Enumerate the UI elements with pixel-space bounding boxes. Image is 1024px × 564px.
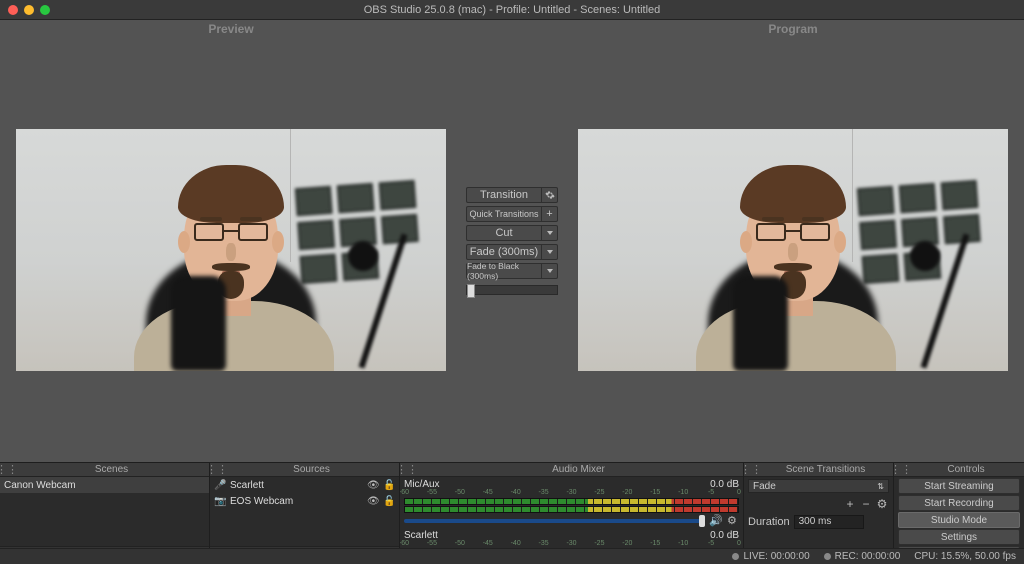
meter-scale: -60-55-50-45-40-35-30-25-20-15-10-50: [404, 490, 739, 497]
duration-input[interactable]: 300 ms: [794, 515, 864, 529]
channel-db: 0.0 dB: [710, 479, 739, 490]
source-item[interactable]: 🎤 Scarlett 👁 🔓: [210, 477, 399, 493]
dock-grip-icon[interactable]: ⋮⋮: [894, 463, 908, 476]
preview-canvas[interactable]: [0, 38, 462, 462]
sources-list[interactable]: 🎤 Scarlett 👁 🔓 📷 EOS Webcam 👁 🔓: [210, 477, 399, 546]
quick-transition-fade-to-black[interactable]: Fade to Black (300ms): [466, 263, 558, 279]
program-video: [578, 129, 1008, 371]
vu-meter: [404, 498, 739, 505]
chevron-down-icon[interactable]: [542, 244, 558, 260]
close-window-button[interactable]: [8, 5, 18, 15]
cpu-status: CPU: 15.5%, 50.00 fps: [914, 551, 1016, 562]
gear-icon: [545, 190, 555, 200]
remove-transition-button[interactable]: −: [859, 497, 873, 511]
vu-meter: [404, 506, 739, 513]
transition-select-value: Fade: [753, 481, 776, 492]
preview-label: Preview: [0, 20, 462, 38]
quick-transitions-label: Quick Transitions: [466, 206, 542, 222]
controls-title: Controls: [908, 464, 1024, 475]
minimize-window-button[interactable]: [24, 5, 34, 15]
scene-item[interactable]: Canon Webcam: [0, 477, 209, 493]
quick-transitions-row: Quick Transitions +: [466, 206, 558, 222]
dock-grip-icon[interactable]: ⋮⋮: [0, 463, 14, 476]
source-item[interactable]: 📷 EOS Webcam 👁 🔓: [210, 493, 399, 509]
scenes-title: Scenes: [14, 464, 209, 475]
channel-db: 0.0 dB: [710, 530, 739, 541]
transition-controls: Transition Quick Transitions + Cut Fade …: [462, 20, 562, 462]
lock-toggle[interactable]: 🔓: [383, 496, 395, 507]
quick-transition-fade[interactable]: Fade (300ms): [466, 244, 558, 260]
control-button-start-recording[interactable]: Start Recording: [898, 495, 1020, 511]
program-pane: Program: [562, 20, 1024, 462]
add-quick-transition-button[interactable]: +: [542, 206, 558, 222]
chevron-down-icon[interactable]: [542, 263, 558, 279]
transition-properties-button[interactable]: ⚙: [875, 497, 889, 511]
dock-grip-icon[interactable]: ⋮⋮: [210, 463, 224, 476]
status-dot-icon: [732, 553, 739, 560]
studio-mode-row: Preview Transition Quick Transitions: [0, 20, 1024, 462]
quick-transition-label: Cut: [466, 225, 542, 241]
t-bar-slider[interactable]: [466, 285, 558, 295]
visibility-toggle[interactable]: 👁: [367, 480, 379, 491]
quick-transition-label: Fade (300ms): [466, 244, 542, 260]
chevron-down-icon[interactable]: [542, 225, 558, 241]
program-canvas[interactable]: [562, 38, 1024, 462]
transition-button-row: Transition: [466, 187, 558, 203]
preview-pane: Preview: [0, 20, 462, 462]
mute-button[interactable]: 🔊: [709, 514, 723, 527]
window-controls: [0, 5, 50, 15]
volume-slider[interactable]: [404, 519, 705, 523]
control-button-start-streaming[interactable]: Start Streaming: [898, 478, 1020, 494]
plus-icon: +: [546, 208, 552, 220]
channel-name: Scarlett: [404, 530, 710, 541]
scene-transitions-title: Scene Transitions: [758, 464, 893, 475]
dock-grip-icon[interactable]: ⋮⋮: [744, 463, 758, 476]
window-title: OBS Studio 25.0.8 (mac) - Profile: Untit…: [50, 4, 974, 16]
source-label: EOS Webcam: [230, 496, 363, 507]
visibility-toggle[interactable]: 👁: [367, 496, 379, 507]
mixer-title: Audio Mixer: [414, 464, 743, 475]
sources-title: Sources: [224, 464, 399, 475]
mixer-channel: Mic/Aux0.0 dB -60-55-50-45-40-35-30-25-2…: [400, 477, 743, 528]
control-button-studio-mode[interactable]: Studio Mode: [898, 512, 1020, 528]
status-dot-icon: [824, 553, 831, 560]
program-label: Program: [562, 20, 1024, 38]
meter-scale: -60-55-50-45-40-35-30-25-20-15-10-50: [404, 541, 739, 548]
transition-select[interactable]: Fade ⇅: [748, 479, 889, 493]
t-bar-handle[interactable]: [467, 284, 475, 298]
status-bar: LIVE: 00:00:00 REC: 00:00:00 CPU: 15.5%,…: [0, 548, 1024, 564]
lock-toggle[interactable]: 🔓: [383, 480, 395, 491]
transition-settings-button[interactable]: [542, 187, 558, 203]
quick-transition-cut[interactable]: Cut: [466, 225, 558, 241]
titlebar: OBS Studio 25.0.8 (mac) - Profile: Untit…: [0, 0, 1024, 20]
channel-name: Mic/Aux: [404, 479, 710, 490]
quick-transition-label: Fade to Black (300ms): [466, 263, 542, 279]
zoom-window-button[interactable]: [40, 5, 50, 15]
duration-value: 300 ms: [799, 516, 832, 527]
camera-icon: 📷: [214, 496, 226, 507]
control-button-settings[interactable]: Settings: [898, 529, 1020, 545]
slider-thumb[interactable]: [699, 515, 705, 527]
transition-button[interactable]: Transition: [466, 187, 542, 203]
source-label: Scarlett: [230, 480, 363, 491]
preview-video: [16, 129, 446, 371]
duration-label: Duration: [748, 516, 790, 528]
dock-grip-icon[interactable]: ⋮⋮: [400, 463, 414, 476]
live-status: LIVE: 00:00:00: [732, 551, 809, 562]
scene-label: Canon Webcam: [4, 480, 76, 491]
mic-icon: 🎤: [214, 480, 226, 491]
channel-settings-button[interactable]: ⚙: [727, 514, 739, 527]
chevron-up-down-icon: ⇅: [877, 482, 884, 491]
rec-status: REC: 00:00:00: [824, 551, 901, 562]
scenes-list[interactable]: Canon Webcam: [0, 477, 209, 546]
add-transition-button[interactable]: +: [843, 497, 857, 511]
